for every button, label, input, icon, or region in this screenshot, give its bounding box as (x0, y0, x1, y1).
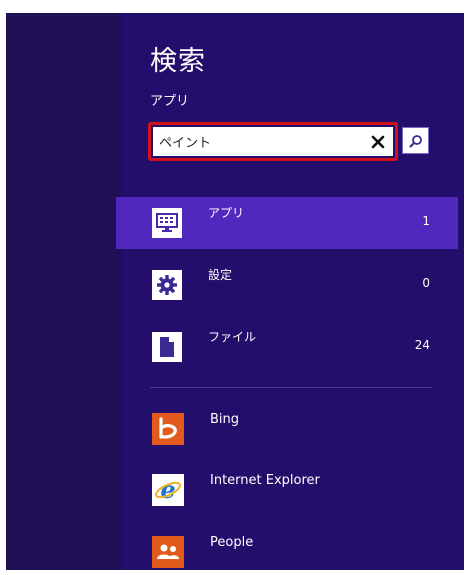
app-label: People (210, 535, 254, 550)
search-scope-label: アプリ (150, 94, 190, 109)
app-item-internet-explorer[interactable]: e Internet Explorer (116, 467, 458, 513)
search-button[interactable] (402, 127, 429, 154)
app-label: Internet Explorer (210, 473, 320, 488)
search-query-text: ペイント (159, 136, 212, 151)
app-item-people[interactable]: People (116, 529, 458, 575)
category-row-files[interactable]: ファイル 24 (116, 321, 458, 373)
category-count: 24 (414, 338, 430, 352)
divider (150, 387, 432, 388)
search-input[interactable]: ペイント (153, 127, 393, 156)
category-count: 1 (422, 214, 430, 228)
category-count: 0 (422, 276, 430, 290)
people-icon (152, 536, 184, 568)
search-title: 検索 (150, 46, 206, 77)
gear-icon (152, 270, 182, 300)
app-label: Bing (210, 412, 240, 427)
category-label: 設定 (208, 268, 233, 282)
app-item-bing[interactable]: Bing (116, 406, 458, 452)
bing-icon (152, 413, 184, 445)
document-icon (152, 332, 182, 362)
category-label: ファイル (208, 330, 257, 344)
magnifier-icon (409, 134, 423, 148)
category-row-apps[interactable]: アプリ 1 (116, 197, 458, 249)
start-background (6, 13, 122, 570)
internet-explorer-icon: e (152, 474, 184, 506)
category-row-settings[interactable]: 設定 0 (116, 259, 458, 311)
keyboard-monitor-icon (152, 208, 182, 238)
category-label: アプリ (208, 206, 245, 220)
clear-icon[interactable] (369, 133, 387, 151)
svg-text:e: e (160, 476, 175, 504)
